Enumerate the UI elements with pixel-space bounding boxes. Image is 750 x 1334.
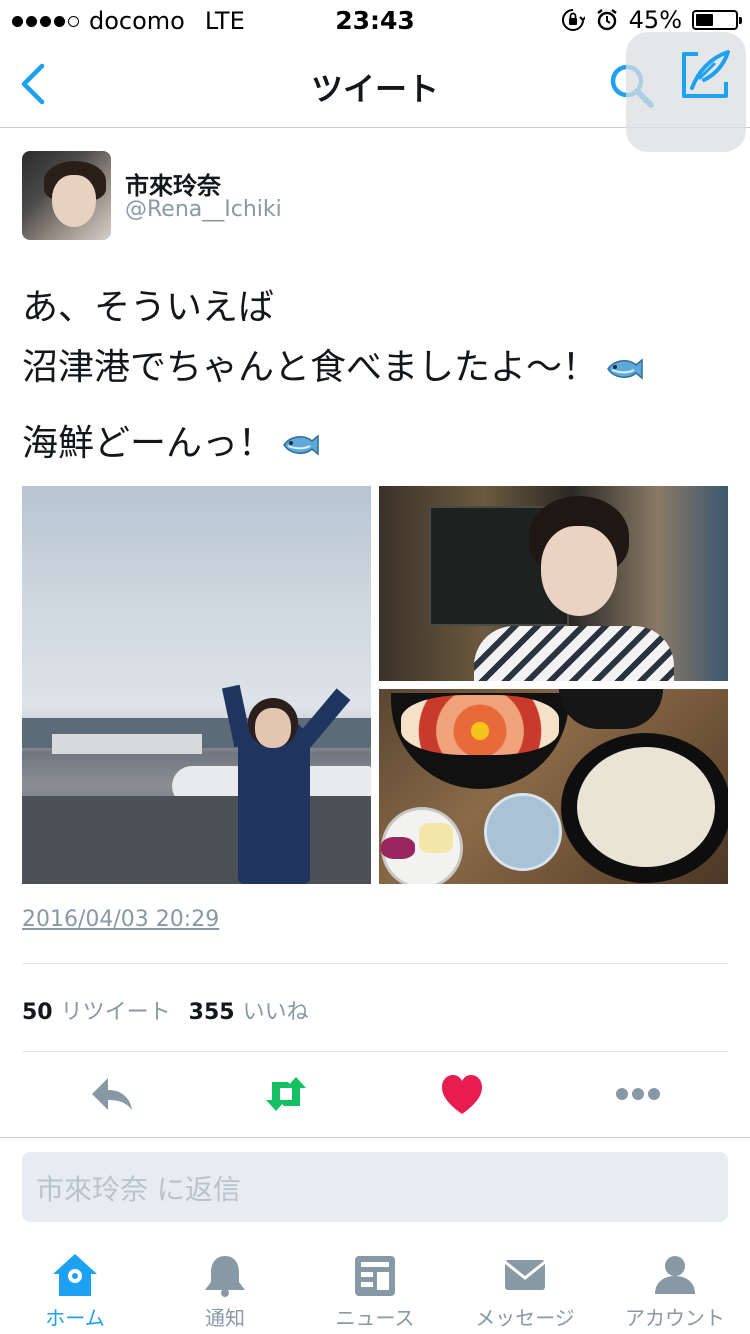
tab-home[interactable]: ホーム <box>0 1252 150 1334</box>
tweet-photo-harbor[interactable] <box>22 486 371 884</box>
tweet-text: あ、そういえば 沼津港でちゃんと食べましたよ〜！ 海鮮どーんっ！ <box>22 278 732 474</box>
retweet-icon[interactable] <box>262 1072 310 1116</box>
username[interactable]: @Rena__Ichiki <box>125 197 282 222</box>
divider <box>0 1137 750 1138</box>
tab-account[interactable]: アカウント <box>600 1252 750 1334</box>
tab-label: 通知 <box>205 1306 245 1330</box>
tweet-line: あ、そういえば <box>22 287 275 328</box>
tab-label: ホーム <box>45 1306 105 1330</box>
battery-percent: 45% <box>628 6 682 34</box>
status-right: 45% <box>561 6 742 34</box>
tweet-photo-seafood-bowl[interactable] <box>379 689 728 884</box>
tab-label: アカウント <box>625 1306 725 1330</box>
tweet-line: 海鮮どーんっ！ <box>22 414 732 474</box>
alarm-clock-icon <box>596 9 617 31</box>
tab-news[interactable]: ニュース <box>300 1252 450 1334</box>
reply-icon[interactable] <box>88 1072 136 1116</box>
tweet-timestamp[interactable]: 2016/04/03 20:29 <box>22 907 219 932</box>
compose-button[interactable] <box>626 32 746 152</box>
rotation-lock-icon <box>561 9 585 31</box>
more-options-icon[interactable] <box>614 1072 662 1116</box>
like-heart-icon[interactable] <box>438 1072 486 1116</box>
like-count[interactable]: 355 <box>189 1000 235 1025</box>
person-icon <box>655 1256 695 1294</box>
battery-icon <box>692 10 742 30</box>
home-icon <box>53 1254 97 1296</box>
tab-messages[interactable]: メッセージ <box>450 1252 600 1334</box>
tab-label: メッセージ <box>475 1306 575 1330</box>
tab-notifications[interactable]: 通知 <box>150 1252 300 1334</box>
display-name[interactable]: 市來玲奈 <box>125 166 221 201</box>
retweet-count[interactable]: 50 <box>22 1000 53 1025</box>
bell-icon <box>205 1256 245 1297</box>
tweet-photo-selfie[interactable] <box>379 486 728 681</box>
tweet-line: 沼津港でちゃんと食べましたよ〜！ <box>22 338 732 398</box>
reply-input[interactable]: 市來玲奈 に返信 <box>22 1152 728 1222</box>
tab-label: ニュース <box>335 1306 415 1330</box>
nav-bar: ツイート <box>0 32 750 152</box>
battery-level <box>696 14 714 26</box>
like-label[interactable]: いいね <box>243 994 309 1026</box>
fish-emoji-icon <box>607 358 643 380</box>
news-icon <box>355 1256 395 1296</box>
divider <box>22 963 728 964</box>
compose-tweet-icon[interactable] <box>678 46 734 102</box>
avatar[interactable] <box>22 151 111 240</box>
divider <box>22 1051 728 1052</box>
fish-emoji-icon <box>283 434 319 456</box>
envelope-icon <box>504 1260 546 1290</box>
back-chevron-icon[interactable] <box>14 60 54 108</box>
tweet-stats: 50 リツイート 355 いいね <box>22 994 327 1026</box>
retweet-label[interactable]: リツイート <box>61 994 171 1026</box>
